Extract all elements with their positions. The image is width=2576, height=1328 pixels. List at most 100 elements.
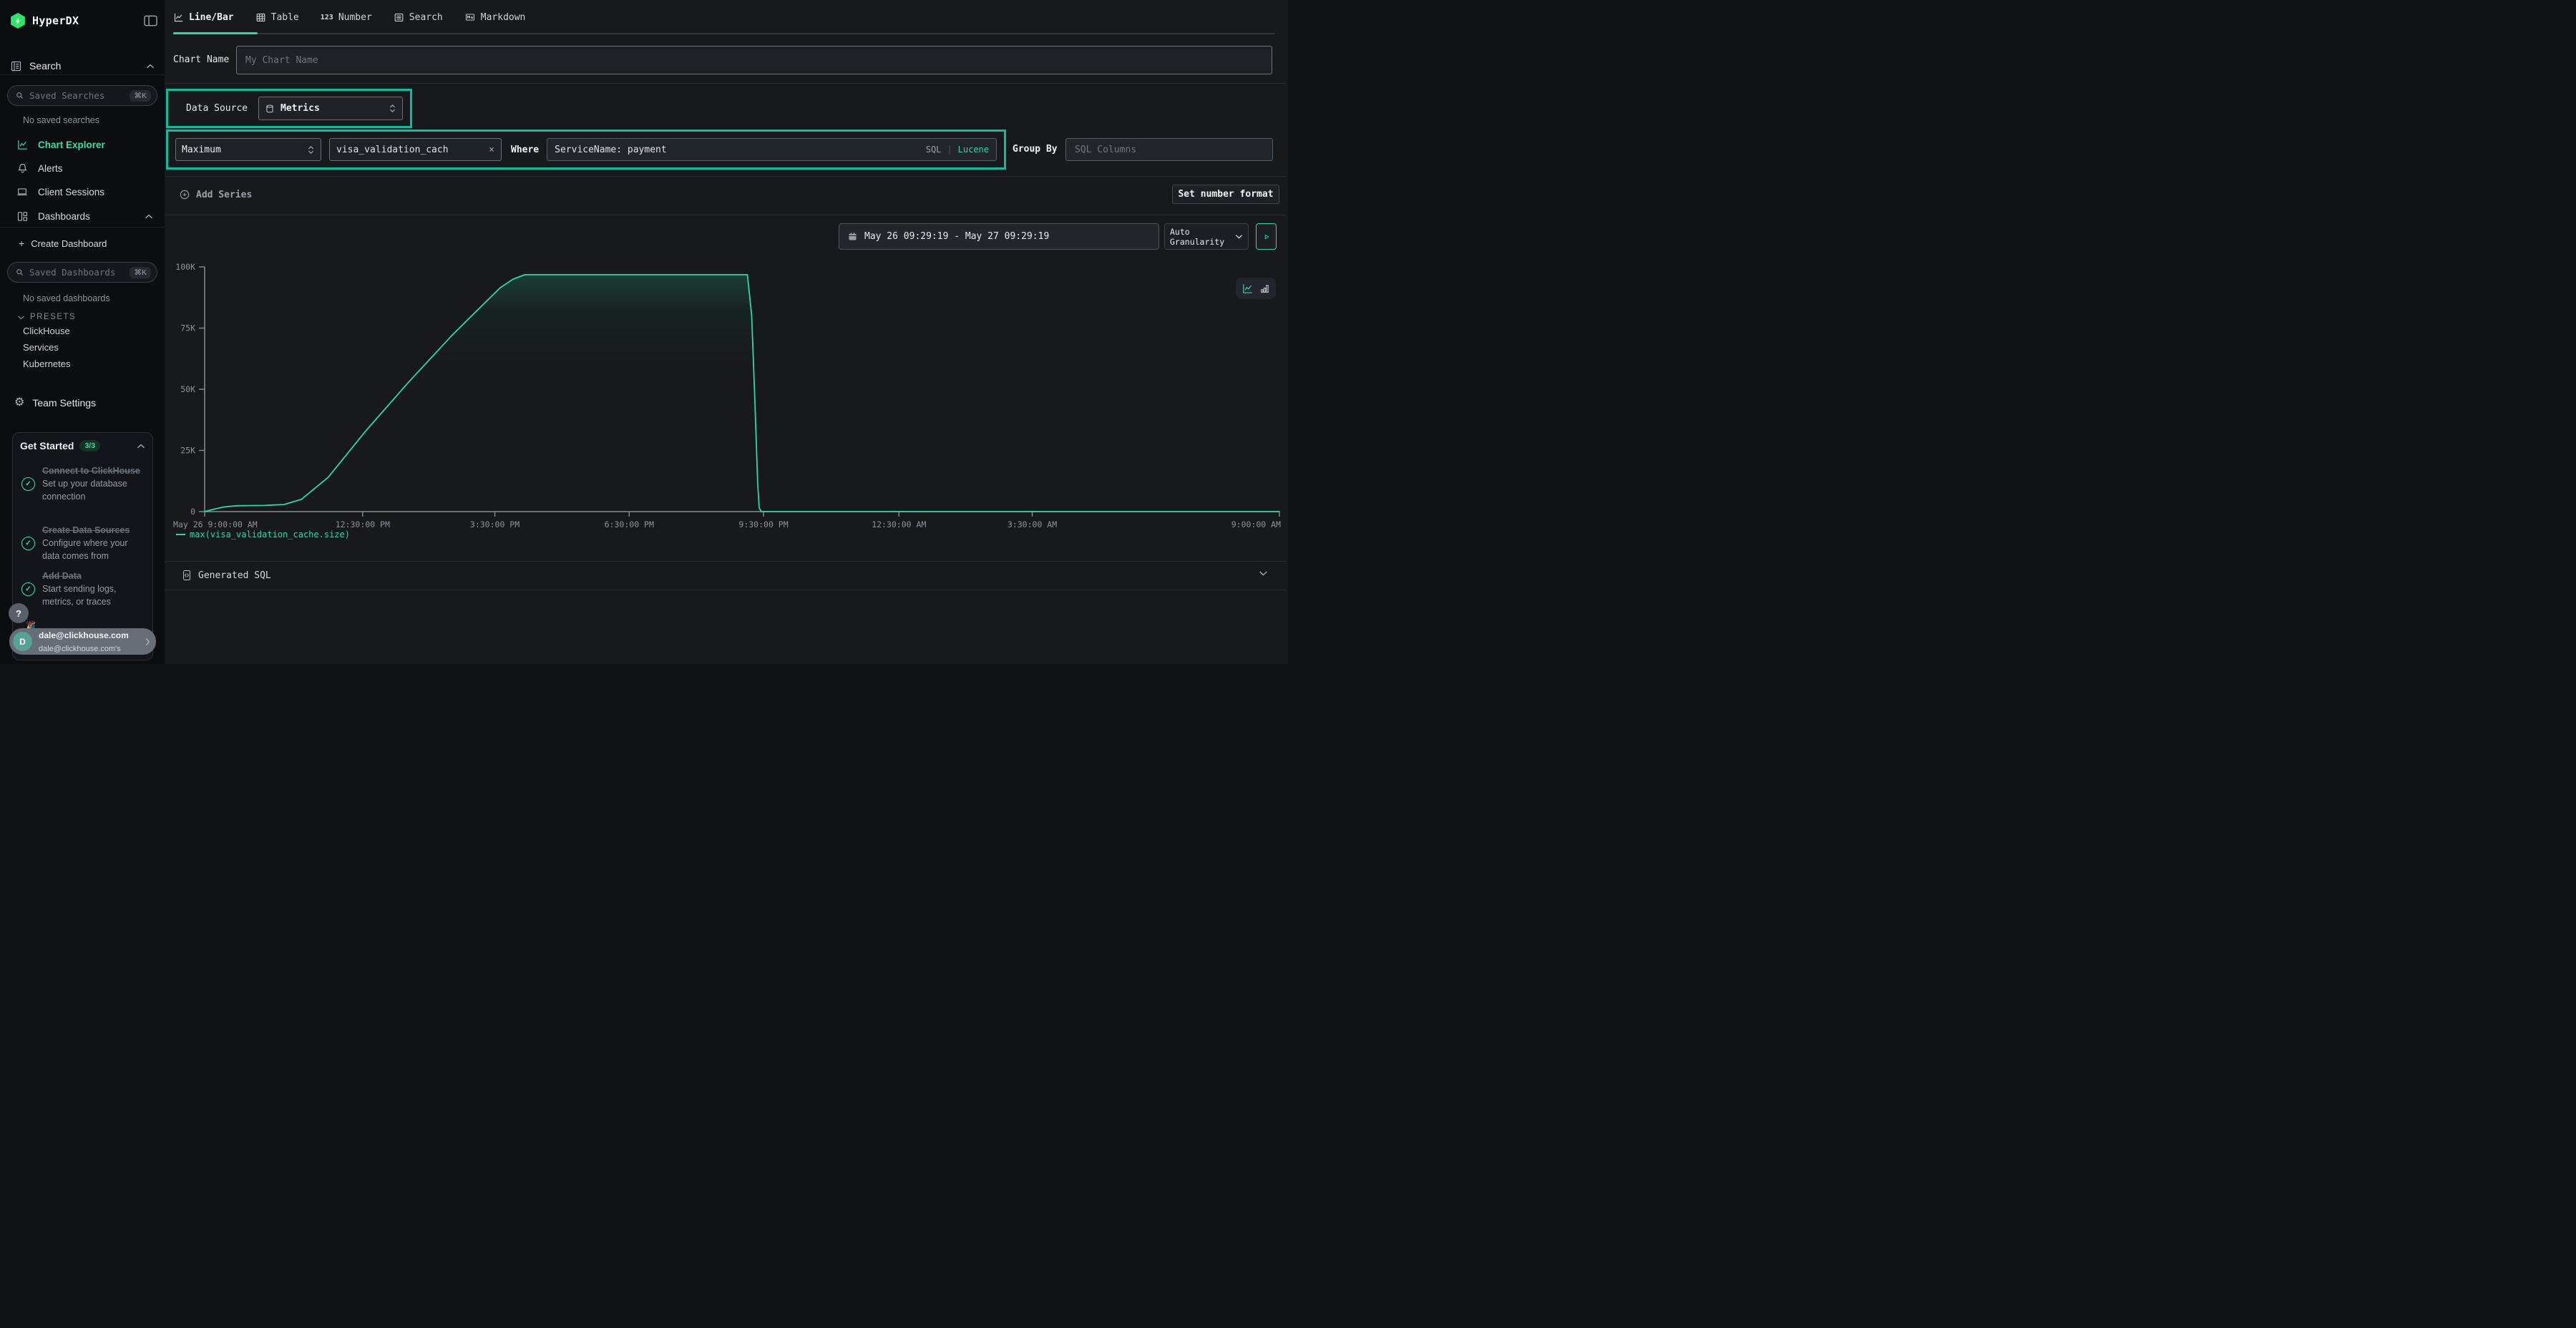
where-filter-input[interactable]: ServiceName: payment SQL | Lucene — [547, 138, 997, 161]
svg-text:9:00:00 AM: 9:00:00 AM — [1231, 519, 1281, 529]
gear-icon: ⚙ — [14, 397, 24, 409]
chart-legend: max(visa_validation_cache.size) — [176, 529, 350, 540]
tab-number[interactable]: 123 Number — [321, 12, 372, 23]
select-chevrons-icon — [389, 103, 396, 114]
logo-row: HyperDX — [10, 11, 157, 30]
help-button[interactable]: ? — [9, 603, 29, 623]
main-content: Line/Bar Table 123 Number Search Markdow… — [165, 0, 1288, 664]
gs-item-title: Add Data — [42, 571, 82, 581]
gs-item-title: Connect to ClickHouse — [42, 466, 140, 476]
hyperdx-app: HyperDX Search Saved Searches ⌘K No save… — [0, 0, 1288, 664]
chevron-right-icon — [145, 638, 150, 646]
granularity-select[interactable]: Auto Granularity — [1164, 223, 1249, 250]
sidebar-item-dashboards[interactable]: Dashboards — [0, 207, 165, 225]
saved-searches-placeholder: Saved Searches — [29, 90, 104, 101]
svg-text:3:30:00 PM: 3:30:00 PM — [470, 519, 519, 529]
gs-item-subtitle: Start sending logs, metrics, or traces — [42, 584, 117, 607]
saved-searches-input[interactable]: Saved Searches ⌘K — [7, 85, 157, 106]
svg-text:3:30:00 AM: 3:30:00 AM — [1008, 519, 1057, 529]
search-section-header[interactable]: Search — [10, 57, 155, 74]
tab-label: Number — [338, 12, 372, 23]
generated-sql-toggle[interactable]: Generated SQL — [182, 566, 271, 585]
markdown-icon — [464, 12, 476, 22]
check-circle-icon: ✓ — [21, 582, 35, 596]
remove-metric-icon[interactable]: × — [489, 145, 494, 155]
create-dashboard-button[interactable]: + Create Dashboard — [0, 235, 165, 252]
tab-label: Markdown — [481, 12, 526, 23]
svg-text:6:30:00 PM: 6:30:00 PM — [605, 519, 654, 529]
sidebar-item-label: Client Sessions — [38, 187, 104, 197]
saved-dashboards-placeholder: Saved Dashboards — [29, 267, 115, 278]
tab-line-bar[interactable]: Line/Bar — [173, 12, 234, 23]
aggregation-select[interactable]: Maximum — [175, 138, 321, 161]
sql-mode-button[interactable]: SQL — [926, 145, 942, 155]
series-highlight-box: Maximum visa_validation_cach × Where Ser… — [166, 130, 1006, 170]
tab-markdown[interactable]: Markdown — [464, 12, 526, 23]
dashboards-icon — [16, 210, 29, 223]
run-query-button[interactable] — [1256, 223, 1277, 250]
collapse-sidebar-icon[interactable] — [144, 15, 157, 26]
team-settings-button[interactable]: ⚙ Team Settings — [0, 394, 165, 412]
metric-field[interactable]: visa_validation_cach × — [329, 138, 502, 161]
sidebar-item-chart-explorer[interactable]: Chart Explorer — [0, 135, 165, 154]
presets-section-header[interactable]: PRESETS — [17, 311, 76, 323]
create-dashboard-label: Create Dashboard — [31, 238, 107, 249]
divider — [165, 176, 1286, 177]
laptop-icon — [16, 186, 29, 198]
date-range-value: May 26 09:29:19 - May 27 09:29:19 — [864, 231, 1049, 242]
set-number-format-button[interactable]: Set number format — [1172, 185, 1279, 204]
query-language-switch: SQL | Lucene — [926, 145, 989, 155]
group-by-input[interactable] — [1065, 138, 1273, 161]
where-label: Where — [511, 145, 539, 155]
lucene-mode-button[interactable]: Lucene — [958, 145, 989, 155]
chevron-down-icon[interactable] — [1259, 570, 1268, 576]
chart-type-tabs: Line/Bar Table 123 Number Search Markdow… — [173, 0, 525, 34]
user-menu[interactable]: D dale@clickhouse.com dale@clickhouse.co… — [9, 628, 156, 655]
preset-item-kubernetes[interactable]: Kubernetes — [23, 358, 157, 373]
preset-item-services[interactable]: Services — [23, 342, 157, 356]
sidebar-item-client-sessions[interactable]: Client Sessions — [0, 182, 165, 201]
shortcut-badge: ⌘K — [130, 267, 151, 278]
tab-label: Line/Bar — [189, 12, 234, 23]
svg-text:12:30:00 PM: 12:30:00 PM — [336, 519, 390, 529]
get-started-item-adddata[interactable]: ✓ Add Data Start sending logs, metrics, … — [21, 570, 147, 608]
chevron-down-icon — [1235, 234, 1243, 239]
data-source-select[interactable]: Metrics — [258, 97, 403, 120]
team-settings-label: Team Settings — [32, 397, 96, 409]
saved-dashboards-input[interactable]: Saved Dashboards ⌘K — [7, 262, 157, 283]
search-icon — [15, 91, 24, 100]
preset-item-clickhouse[interactable]: ClickHouse — [23, 326, 157, 340]
divider — [0, 227, 165, 228]
get-started-header[interactable]: Get Started 3/3 — [20, 440, 145, 451]
add-series-button[interactable]: Add Series — [179, 185, 252, 204]
chart-name-label: Chart Name — [173, 46, 229, 74]
get-started-item-datasources[interactable]: ✓ Create Data Sources Configure where yo… — [21, 524, 147, 562]
progress-badge: 3/3 — [79, 440, 100, 451]
chevron-up-icon[interactable] — [137, 444, 145, 449]
tab-label: Search — [409, 12, 443, 23]
no-saved-searches-text: No saved searches — [23, 115, 99, 125]
play-icon — [1262, 233, 1271, 241]
date-range-input[interactable]: May 26 09:29:19 - May 27 09:29:19 — [839, 223, 1159, 250]
tab-search[interactable]: Search — [394, 12, 443, 23]
select-chevrons-icon — [307, 145, 315, 155]
svg-text:0: 0 — [190, 507, 195, 517]
chevron-up-icon[interactable] — [145, 214, 153, 219]
sidebar-item-alerts[interactable]: Alerts — [0, 159, 165, 177]
chart-name-input[interactable] — [236, 46, 1272, 74]
app-title: HyperDX — [32, 14, 79, 27]
user-email: dale@clickhouse.com — [39, 630, 129, 640]
chevron-up-icon[interactable] — [146, 64, 155, 69]
divider — [0, 74, 165, 75]
svg-text:9:30:00 PM: 9:30:00 PM — [738, 519, 788, 529]
tab-table[interactable]: Table — [255, 12, 299, 23]
where-filter-value: ServiceName: payment — [555, 145, 667, 155]
circle-plus-icon — [179, 189, 190, 200]
calendar-icon — [847, 231, 858, 242]
get-started-item-connect[interactable]: ✓ Connect to ClickHouse Set up your data… — [21, 464, 147, 503]
chevron-down-icon — [17, 315, 25, 320]
shortcut-badge: ⌘K — [130, 90, 151, 102]
search-icon — [15, 268, 24, 277]
number-123-icon: 123 — [321, 14, 333, 21]
chart-explorer-icon — [16, 139, 29, 151]
